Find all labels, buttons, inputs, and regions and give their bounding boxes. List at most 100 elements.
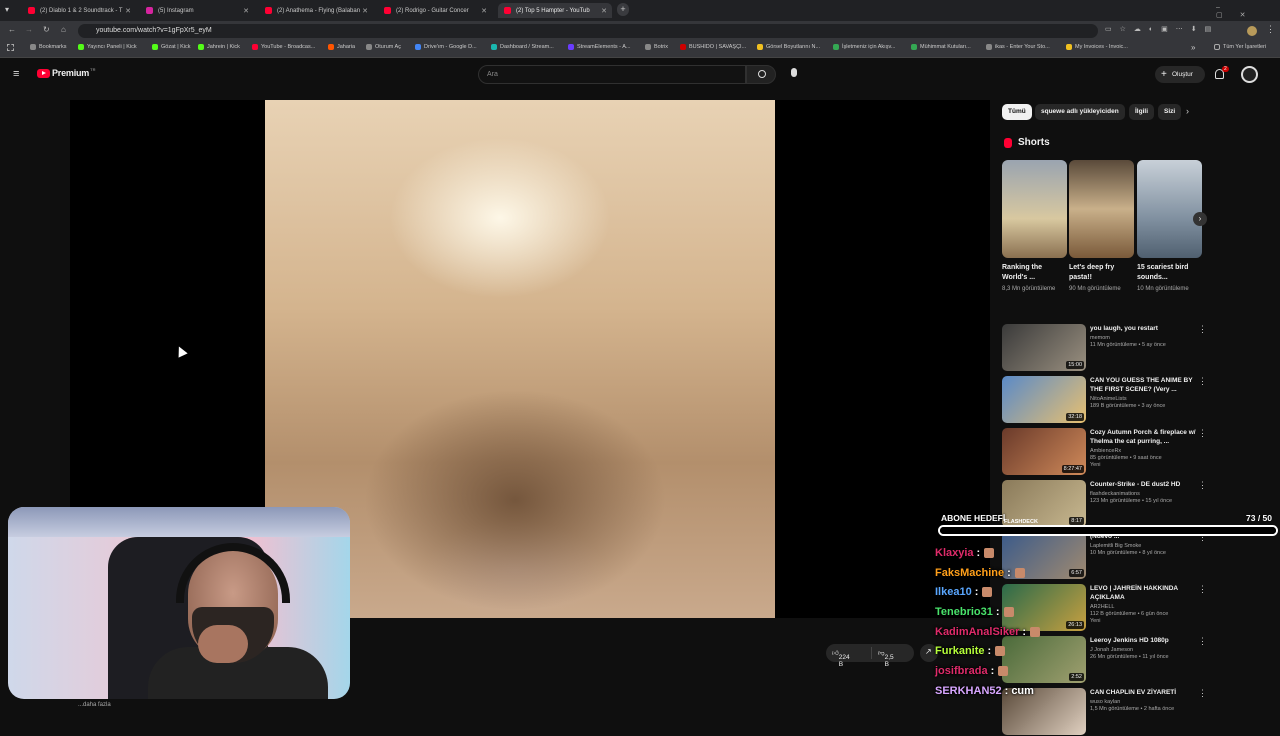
more-options-icon[interactable]: ⋮ (1198, 324, 1207, 335)
short-title[interactable]: 15 scariest bird sounds... (1137, 263, 1202, 284)
video-thumbnail[interactable]: 15:00 (1002, 324, 1086, 371)
goal-label: ABONE HEDEFİ (941, 513, 1006, 523)
filter-chip[interactable]: Sizi (1158, 104, 1182, 120)
youtube-logo[interactable]: Premium TR (37, 67, 95, 78)
video-channel[interactable]: AmbienceRx (1090, 448, 1198, 454)
bookmark-item[interactable]: BUSHIDO | SAVAŞÇI... (680, 44, 746, 50)
hamburger-menu-icon[interactable]: ≡ (13, 68, 19, 80)
filter-chip[interactable]: Tümü (1002, 104, 1032, 120)
url-field[interactable]: youtube.com/watch?v=1gFpXr5_eyM (78, 24, 1098, 38)
bookmark-item[interactable]: Drive'ım - Google D... (415, 44, 477, 50)
dislike-button[interactable]: 👎︎ 2,5 B (878, 649, 894, 668)
video-channel[interactable]: NitoAnimeLists (1090, 396, 1198, 402)
more-options-icon[interactable]: ⋮ (1198, 688, 1207, 699)
bookmark-item[interactable]: Yayıncı Paneli | Kick (78, 44, 137, 50)
filter-chip[interactable]: İlgili (1129, 104, 1154, 120)
recommended-video[interactable]: 32:18 CAN YOU GUESS THE ANIME BY THE FIRS… (1002, 376, 1212, 424)
video-thumbnail[interactable]: 8:27:47 (1002, 428, 1086, 475)
browser-tab[interactable]: (2) Rodrigo - Guitar Concer ✕ (378, 3, 492, 18)
short-card[interactable]: Ranking the World's ... 8,3 Mn görüntülem… (1002, 160, 1067, 294)
video-title[interactable]: CAN CHAPLIN EV ZİYARETİ (1090, 688, 1198, 697)
recommended-video[interactable]: 15:00 you laugh, you restart memom 11 Mn gö… (1002, 324, 1212, 372)
video-title[interactable]: Leeroy Jenkins HD 1080p (1090, 636, 1198, 645)
bookmark-item[interactable]: İşletmeniz için Akışv... (833, 44, 895, 50)
short-title[interactable]: Let's deep fry pasta!! (1069, 263, 1134, 284)
video-channel[interactable]: wuso kaylan (1090, 699, 1198, 705)
bookmark-item[interactable]: Oturum Aç (366, 44, 401, 50)
bookmark-item[interactable]: Bookmarks (30, 44, 67, 50)
bookmark-item[interactable]: ikas - Enter Your Sto... (986, 44, 1050, 50)
bookmark-item[interactable]: Görsel Boyutlarını N... (757, 44, 820, 50)
bookmark-item[interactable]: My Invoices - Invoic... (1066, 44, 1128, 50)
browser-tab[interactable]: (2) Diablo 1 & 2 Soundtrack - T ✕ (22, 3, 136, 18)
video-title[interactable]: CAN YOU GUESS THE ANIME BY THE FIRST SCE… (1090, 376, 1198, 394)
reload-icon[interactable]: ↻ (43, 25, 50, 34)
like-button[interactable]: 👍︎ 224 B (832, 649, 850, 668)
search-button[interactable] (746, 65, 776, 84)
more-options-icon[interactable]: ⋮ (1198, 376, 1207, 387)
bookmark-item[interactable]: YouTube - Broadcas... (252, 44, 315, 50)
filter-chip[interactable]: squewe adlı yükleyiciden (1035, 104, 1125, 120)
bookmarks-overflow-icon[interactable]: » (1191, 43, 1195, 52)
video-channel[interactable]: memom (1090, 335, 1198, 341)
description-more-link[interactable]: ...daha fazla (78, 702, 111, 708)
back-icon[interactable]: ← (8, 25, 16, 34)
short-card[interactable]: Let's deep fry pasta!! 90 Mn görüntüleme (1069, 160, 1134, 294)
more-options-icon[interactable]: ⋮ (1198, 636, 1207, 647)
video-channel[interactable]: J Jonah Jameson (1090, 647, 1198, 653)
more-options-icon[interactable]: ⋮ (1198, 428, 1207, 439)
short-thumbnail[interactable] (1069, 160, 1134, 258)
all-bookmarks[interactable]: Tüm Yer İşaretleri (1214, 44, 1266, 50)
forward-icon[interactable]: → (25, 25, 33, 34)
browser-menu-icon[interactable]: ⋮ (1266, 24, 1275, 35)
video-title[interactable]: you laugh, you restart (1090, 324, 1198, 333)
video-thumbnail[interactable]: 32:18 (1002, 376, 1086, 423)
chat-username: Ilkea10 (935, 586, 972, 599)
tab-close-icon[interactable]: ✕ (601, 7, 607, 15)
video-title[interactable]: Cozy Autumn Porch & fireplace w/ Thelma … (1090, 428, 1198, 446)
account-avatar[interactable] (1241, 66, 1258, 83)
video-title[interactable]: LEVO | JAHREİN HAKKINDA AÇIKLAMA (1090, 584, 1198, 602)
tab-close-icon[interactable]: ✕ (481, 7, 487, 15)
short-thumbnail[interactable] (1002, 160, 1067, 258)
voice-search-icon[interactable] (791, 68, 797, 77)
profile-avatar[interactable] (1247, 26, 1257, 36)
chat-message: Furkanite: (935, 641, 1065, 661)
shorts-next-icon[interactable]: › (1193, 212, 1207, 226)
home-icon[interactable]: ⌂ (61, 25, 66, 34)
more-options-icon[interactable]: ⋮ (1198, 480, 1207, 491)
recommended-video[interactable]: 8:27:47 Cozy Autumn Porch & fireplace w/ … (1002, 428, 1212, 476)
more-options-icon[interactable]: ⋮ (1198, 584, 1207, 595)
tab-close-icon[interactable]: ✕ (362, 7, 368, 15)
tab-close-icon[interactable]: ✕ (243, 7, 249, 15)
apps-icon[interactable] (7, 44, 14, 51)
short-views: 90 Mn görüntüleme (1069, 286, 1121, 292)
video-channel[interactable]: AR2HELL (1090, 604, 1198, 610)
new-tab-button[interactable]: + (617, 3, 629, 16)
bookmark-item[interactable]: Gözat | Kick (152, 44, 191, 50)
video-channel[interactable]: flashdeckanimations (1090, 491, 1198, 497)
bookmark-item[interactable]: Mühimmat Kutuları... (911, 44, 971, 50)
bookmark-item[interactable]: Dashboard / Stream... (491, 44, 554, 50)
chat-username: josifbrada (935, 664, 988, 677)
browser-tab[interactable]: (2) Top 5 Hampter - YouTub ✕ (498, 3, 612, 18)
bookmark-favicon-icon (415, 44, 421, 50)
bookmark-item[interactable]: Jaharia (328, 44, 355, 50)
tab-search-button[interactable]: ▾ (5, 5, 9, 14)
browser-tab[interactable]: (2) Anathema - Flying (Balaban ✕ (259, 3, 373, 18)
chat-text: cum (1011, 684, 1034, 697)
short-thumbnail[interactable] (1137, 160, 1202, 258)
extension-icons[interactable]: ▭☆☁◐▣⋯⬇▤ (1105, 25, 1219, 33)
bookmark-item[interactable]: Botrix (645, 44, 668, 50)
create-button[interactable]: + Oluştur (1155, 66, 1205, 83)
short-title[interactable]: Ranking the World's ... (1002, 263, 1067, 284)
video-title[interactable]: Counter-Strike - DE dust2 HD (1090, 480, 1198, 489)
chips-next-icon[interactable]: › (1186, 106, 1189, 116)
search-input[interactable]: Ara (478, 65, 746, 84)
bookmark-item[interactable]: Jahrein | Kick (198, 44, 240, 50)
bookmark-item[interactable]: StreamElements - A... (568, 44, 631, 50)
video-channel[interactable]: Laplemitli Big Smoke (1090, 543, 1198, 549)
tab-close-icon[interactable]: ✕ (125, 7, 131, 15)
browser-tab[interactable]: (5) Instagram ✕ (140, 3, 254, 18)
short-card[interactable]: 15 scariest bird sounds... 10 Mn görüntül… (1137, 160, 1202, 294)
